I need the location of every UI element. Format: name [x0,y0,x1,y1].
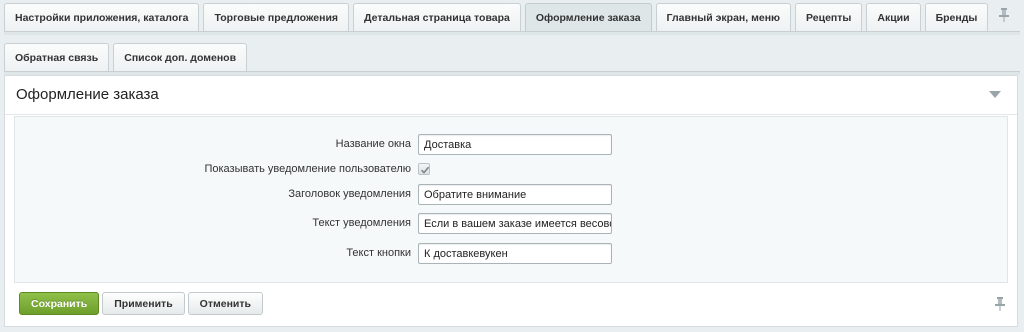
button-text-input[interactable]: К доставкевукен [418,243,612,264]
form-row-window-name: Название окна Доставка [15,134,1007,156]
pin-icon[interactable] [994,297,1006,311]
tab-main-screen-menu[interactable]: Главный экран, меню [655,3,792,31]
collapse-triangle-icon[interactable] [989,91,1001,98]
panel-header: Оформление заказа [5,76,1017,115]
show-notification-label: Показывать уведомление пользователю [204,163,411,175]
form-actions: Сохранить Применить Отменить [19,292,263,315]
notification-title-input[interactable]: Обратите внимание [418,184,612,205]
cancel-button[interactable]: Отменить [187,292,263,315]
apply-button[interactable]: Применить [102,292,185,315]
show-notification-checkbox[interactable] [418,163,430,175]
tab-trade-offers[interactable]: Торговые предложения [203,3,350,31]
tab-product-detail-page[interactable]: Детальная страница товара [353,3,521,31]
tab-order-checkout[interactable]: Оформление заказа [524,3,652,31]
form-row-button-text: Текст кнопки К доставкевукен [15,243,1007,265]
tab-promotions[interactable]: Акции [866,3,921,31]
notification-text-label: Текст уведомления [312,217,411,229]
button-text-label: Текст кнопки [346,247,411,259]
notification-text-input[interactable]: Если в вашем заказе имеется весовой [418,213,612,234]
form-row-notification-text: Текст уведомления Если в вашем заказе им… [15,213,1007,235]
tab-extra-domains-list[interactable]: Список доп. доменов [113,43,248,71]
window-name-input[interactable]: Доставка [418,134,612,155]
notification-title-label: Заголовок уведомления [288,188,411,200]
pin-icon[interactable] [998,8,1010,22]
form-row-show-notification: Показывать уведомление пользователю [15,159,1007,181]
tab-app-catalog-settings[interactable]: Настройки приложения, каталога [4,3,200,31]
save-button[interactable]: Сохранить [19,292,100,315]
settings-panel: Оформление заказа Название окна Доставка… [4,75,1018,327]
tab-feedback[interactable]: Обратная связь [4,43,110,71]
form-area: Название окна Доставка Показывать уведом… [14,116,1008,283]
form-row-notification-title: Заголовок уведомления Обратите внимание [15,184,1007,206]
tab-bar-divider [4,31,1020,35]
tab-bar-primary: Настройки приложения, каталога Торговые … [4,3,989,31]
tab-brands[interactable]: Бренды [924,3,989,31]
tab-bar-secondary: Обратная связь Список доп. доменов [4,43,248,71]
window-name-label: Название окна [335,138,411,150]
section-title: Оформление заказа [16,86,159,103]
tab-recipes[interactable]: Рецепты [795,3,863,31]
checkmark-icon [420,166,430,174]
